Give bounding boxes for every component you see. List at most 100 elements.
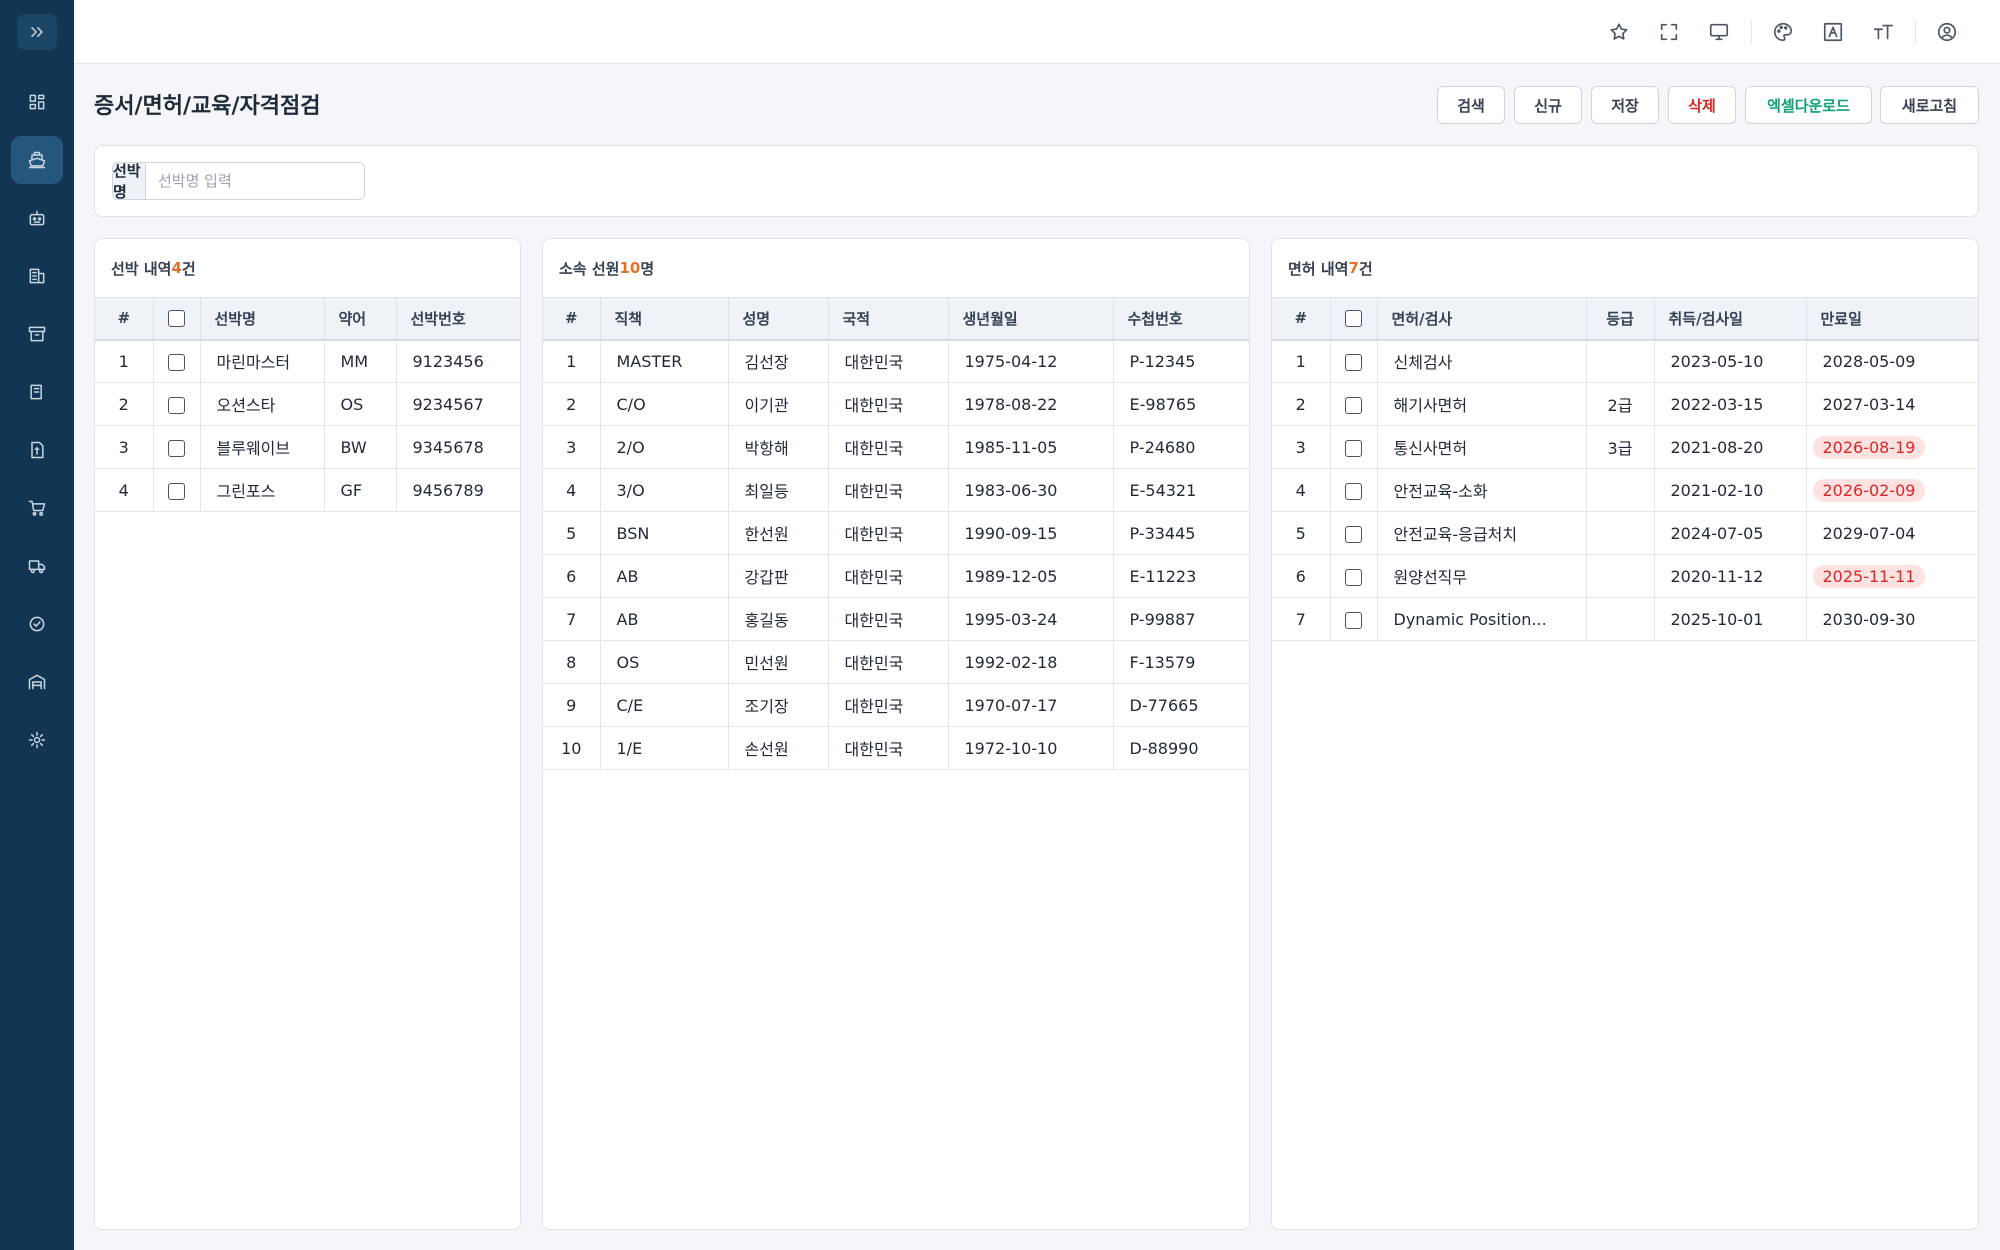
column-header[interactable]: 취득/검사일 — [1654, 297, 1807, 341]
crew-position: 1/E — [600, 726, 729, 770]
sidebar-item-cart[interactable] — [11, 484, 63, 532]
text-size-button[interactable] — [1867, 16, 1899, 48]
crew-name: 민선원 — [728, 640, 829, 684]
sidebar-item-building[interactable] — [11, 252, 63, 300]
column-header[interactable]: 선박명 — [200, 297, 325, 341]
table-row[interactable]: 4 그린포스 GF 9456789 — [95, 468, 520, 512]
sidebar-item-check[interactable] — [11, 600, 63, 648]
table-row[interactable]: 2 오션스타 OS 9234567 — [95, 382, 520, 426]
column-header[interactable]: 선박번호 — [396, 297, 520, 341]
cart-icon — [28, 500, 46, 516]
vessels-table: # 선박명 약어 선박번호 1 마린마스터 MM 9123456 2 오션스타 OS 9234567… — [95, 297, 520, 512]
column-header[interactable]: # — [1272, 297, 1331, 341]
row-number: 2 — [543, 382, 601, 426]
row-select-cell — [1330, 597, 1378, 641]
dashboard-icon — [29, 94, 45, 110]
table-row[interactable]: 8 OS 민선원 대한민국 1992-02-18 F-13579 — [543, 640, 1249, 684]
column-header[interactable]: 생년월일 — [948, 297, 1114, 341]
theme-button[interactable] — [1767, 16, 1799, 48]
sidebar-expand-button[interactable] — [17, 14, 57, 50]
row-number: 9 — [543, 683, 601, 727]
building-icon — [29, 268, 45, 284]
sidebar-item-ship[interactable] — [11, 136, 63, 184]
table-row[interactable]: 7 Dynamic Position... 2025-10-01 2030-09-30 — [1272, 597, 1978, 641]
row-checkbox[interactable] — [168, 396, 185, 414]
vessel-abbr: OS — [324, 382, 397, 426]
fullscreen-button[interactable] — [1653, 16, 1685, 48]
license-acquired-date: 2025-10-01 — [1654, 597, 1807, 641]
table-row[interactable]: 7 AB 홍길동 대한민국 1995-03-24 P-99887 — [543, 597, 1249, 641]
column-header[interactable]: 면허/검사 — [1377, 297, 1587, 341]
row-checkbox[interactable] — [1345, 525, 1362, 543]
excel-download-button[interactable]: 엑셀다운로드 — [1745, 86, 1872, 124]
vessels-panel: 선박 내역 4건 # 선박명 약어 선박번호 1 마린마스터 MM 9123456 2 오션스타… — [94, 238, 521, 1230]
table-row[interactable]: 5 안전교육-응급처치 2024-07-05 2029-07-04 — [1272, 511, 1978, 555]
table-row[interactable]: 4 안전교육-소화 2021-02-10 2026-02-09 — [1272, 468, 1978, 512]
column-header[interactable]: 국적 — [828, 297, 949, 341]
table-row[interactable]: 5 BSN 한선원 대한민국 1990-09-15 P-33445 — [543, 511, 1249, 555]
table-row[interactable]: 2 C/O 이기관 대한민국 1978-08-22 E-98765 — [543, 382, 1249, 426]
crew-nationality: 대한민국 — [828, 425, 949, 469]
row-checkbox[interactable] — [168, 482, 185, 500]
row-checkbox[interactable] — [1345, 439, 1362, 457]
font-button[interactable] — [1817, 16, 1849, 48]
table-row[interactable]: 4 3/O 최일등 대한민국 1983-06-30 E-54321 — [543, 468, 1249, 512]
column-header[interactable]: 수첩번호 — [1113, 297, 1249, 341]
user-menu-button[interactable] — [1931, 16, 1963, 48]
row-checkbox[interactable] — [1345, 353, 1362, 371]
delete-button[interactable]: 삭제 — [1668, 86, 1736, 124]
table-row[interactable]: 3 2/O 박항해 대한민국 1985-11-05 P-24680 — [543, 425, 1249, 469]
sidebar-item-dashboard[interactable] — [11, 78, 63, 126]
column-header[interactable]: 만료일 — [1806, 297, 1978, 341]
search-button[interactable]: 검색 — [1437, 86, 1505, 124]
row-number: 5 — [1272, 511, 1331, 555]
crew-position: BSN — [600, 511, 729, 555]
crew-book-number: P-12345 — [1113, 339, 1249, 383]
column-header[interactable]: 성명 — [728, 297, 829, 341]
save-button[interactable]: 저장 — [1591, 86, 1659, 124]
table-row[interactable]: 2 해기사면허 2급 2022-03-15 2027-03-14 — [1272, 382, 1978, 426]
new-button[interactable]: 신규 — [1514, 86, 1582, 124]
row-checkbox[interactable] — [1345, 568, 1362, 586]
column-header[interactable]: # — [543, 297, 601, 341]
row-checkbox[interactable] — [1345, 396, 1362, 414]
crew-name: 박항해 — [728, 425, 829, 469]
table-row[interactable]: 9 C/E 조기장 대한민국 1970-07-17 D-77665 — [543, 683, 1249, 727]
row-number: 3 — [95, 425, 154, 469]
sidebar-item-settings[interactable] — [11, 716, 63, 764]
license-name: 신체검사 — [1377, 339, 1587, 383]
select-all-checkbox[interactable] — [168, 310, 185, 328]
license-name: 원양선직무 — [1377, 554, 1587, 598]
row-select-cell — [1330, 339, 1378, 383]
column-header[interactable]: # — [95, 297, 154, 341]
sidebar-item-document[interactable] — [11, 426, 63, 474]
monitor-button[interactable] — [1703, 16, 1735, 48]
vessel-name-input[interactable] — [146, 163, 364, 199]
refresh-button[interactable]: 새로고침 — [1880, 86, 1979, 124]
row-checkbox[interactable] — [1345, 611, 1362, 629]
table-row[interactable]: 6 원양선직무 2020-11-12 2025-11-11 — [1272, 554, 1978, 598]
select-all-cell — [1330, 297, 1378, 341]
favorite-button[interactable] — [1603, 16, 1635, 48]
licenses-panel-title: 면허 내역 — [1288, 259, 1349, 278]
select-all-checkbox[interactable] — [1345, 310, 1362, 328]
sidebar-item-truck[interactable] — [11, 542, 63, 590]
table-row[interactable]: 3 블루웨이브 BW 9345678 — [95, 425, 520, 469]
table-row[interactable]: 1 MASTER 김선장 대한민국 1975-04-12 P-12345 — [543, 339, 1249, 383]
row-checkbox[interactable] — [168, 439, 185, 457]
sidebar-item-book[interactable] — [11, 368, 63, 416]
table-row[interactable]: 6 AB 강갑판 대한민국 1989-12-05 E-11223 — [543, 554, 1249, 598]
row-checkbox[interactable] — [1345, 482, 1362, 500]
table-row[interactable]: 10 1/E 손선원 대한민국 1972-10-10 D-88990 — [543, 726, 1249, 770]
table-row[interactable]: 1 마린마스터 MM 9123456 — [95, 339, 520, 383]
crew-nationality: 대한민국 — [828, 554, 949, 598]
column-header[interactable]: 등급 — [1586, 297, 1655, 341]
column-header[interactable]: 약어 — [324, 297, 397, 341]
sidebar-item-crew[interactable] — [11, 194, 63, 242]
row-checkbox[interactable] — [168, 353, 185, 371]
table-row[interactable]: 3 통신사면허 3급 2021-08-20 2026-08-19 — [1272, 425, 1978, 469]
sidebar-item-warehouse[interactable] — [11, 658, 63, 706]
table-row[interactable]: 1 신체검사 2023-05-10 2028-05-09 — [1272, 339, 1978, 383]
sidebar-item-archive[interactable] — [11, 310, 63, 358]
column-header[interactable]: 직책 — [600, 297, 729, 341]
